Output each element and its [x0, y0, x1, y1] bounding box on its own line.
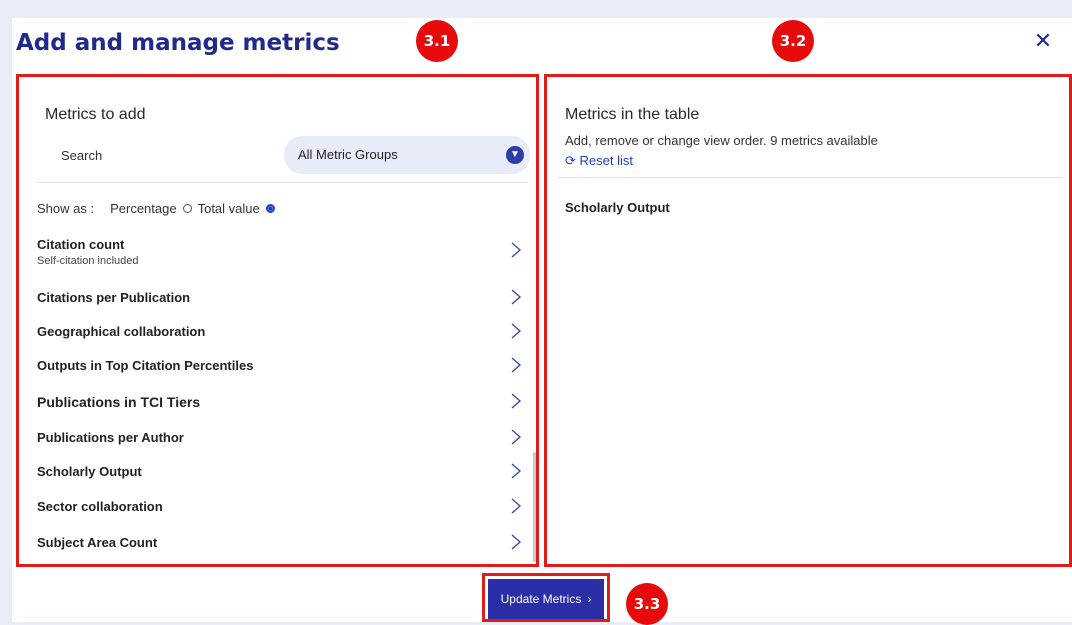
metric-item-name: Publications per Author — [37, 430, 184, 445]
chevron-right-icon[interactable] — [509, 287, 523, 307]
metric-item-name: Sector collaboration — [37, 499, 163, 514]
chevron-right-icon[interactable] — [509, 496, 523, 516]
metric-item-name: Publications in TCI Tiers — [37, 394, 201, 410]
metric-item[interactable]: Publications in TCI Tiers — [37, 388, 529, 416]
search-input[interactable]: Search — [61, 148, 102, 163]
metrics-in-table-subtitle: Add, remove or change view order. 9 metr… — [565, 133, 878, 148]
metric-item[interactable]: Outputs in Top Citation Percentiles — [37, 352, 529, 380]
metric-item[interactable]: Scholarly Output — [37, 458, 529, 486]
metric-item[interactable]: Citation count Self-citation included — [37, 231, 529, 271]
show-as-label: Show as : — [37, 201, 95, 216]
reset-list-link[interactable]: ⟳ Reset list — [565, 153, 633, 169]
chevron-down-icon: ▼ — [506, 146, 524, 164]
metric-item-name: Citation count — [37, 237, 125, 252]
chevron-right-icon[interactable] — [509, 532, 523, 552]
annotation-badge-1: 3.1 — [416, 20, 458, 62]
reset-list-label: Reset list — [579, 153, 633, 168]
metric-item[interactable]: Citations per Publication — [37, 284, 529, 312]
update-metrics-button[interactable]: Update Metrics › — [488, 579, 604, 619]
dialog-title: Add and manage metrics — [16, 30, 340, 56]
chevron-right-icon[interactable] — [509, 321, 523, 341]
percentage-radio[interactable] — [182, 204, 192, 213]
chevron-right-icon[interactable] — [509, 240, 523, 260]
chevron-right-icon[interactable] — [509, 391, 523, 411]
metric-item-name: Citations per Publication — [37, 290, 191, 305]
chevron-right-icon[interactable] — [509, 355, 523, 375]
divider — [36, 182, 528, 183]
metric-item-name: Subject Area Count — [37, 535, 158, 550]
metric-item[interactable]: Sector collaboration — [37, 493, 529, 521]
divider — [558, 177, 1063, 178]
table-metric-item[interactable]: Scholarly Output — [565, 200, 670, 215]
metrics-in-table-title: Metrics in the table — [565, 106, 700, 123]
metric-item-name: Geographical collaboration — [37, 324, 206, 339]
chevron-right-icon: › — [587, 592, 592, 606]
show-as-options: Show as : Percentage Total value — [37, 201, 279, 216]
metric-item-name: Scholarly Output — [37, 464, 142, 479]
percentage-label: Percentage — [110, 201, 177, 216]
annotation-badge-3: 3.3 — [626, 583, 668, 625]
metric-item[interactable]: Publications per Author — [37, 424, 529, 452]
metric-group-select[interactable]: All Metric Groups ▼ — [284, 136, 530, 174]
metric-item-subtitle: Self-citation included — [37, 255, 139, 267]
close-icon[interactable]: ✕ — [1032, 30, 1054, 52]
chevron-right-icon[interactable] — [509, 427, 523, 447]
chevron-right-icon[interactable] — [509, 461, 523, 481]
scrollbar[interactable] — [533, 452, 536, 562]
metrics-to-add-title: Metrics to add — [45, 106, 146, 123]
metric-item-name: Outputs in Top Citation Percentiles — [37, 358, 254, 373]
metric-group-select-label: All Metric Groups — [298, 147, 398, 162]
total-value-radio[interactable] — [265, 204, 275, 213]
total-value-label: Total value — [197, 201, 260, 216]
metric-item[interactable]: Geographical collaboration — [37, 318, 529, 346]
refresh-icon: ⟳ — [565, 153, 576, 168]
metric-item[interactable]: Subject Area Count — [37, 529, 529, 557]
update-metrics-label: Update Metrics — [500, 592, 582, 606]
annotation-badge-2: 3.2 — [772, 20, 814, 62]
